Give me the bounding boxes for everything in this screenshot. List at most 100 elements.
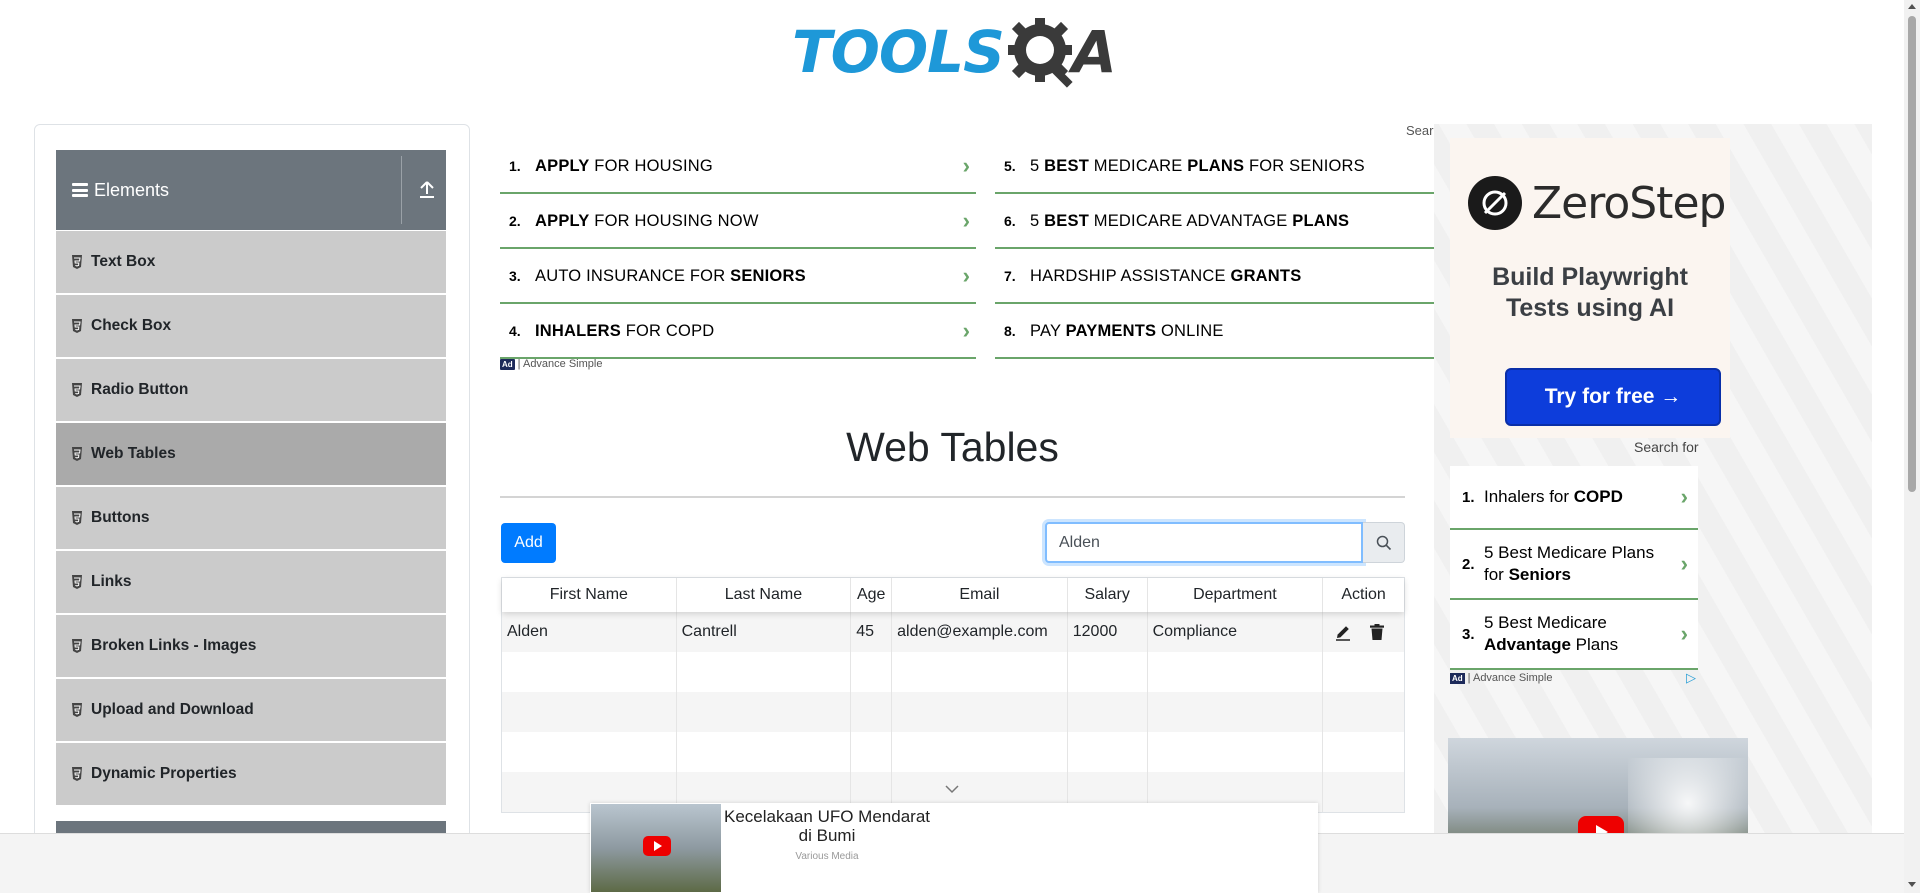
ad-keyword-link[interactable]: 2. APPLY FOR HOUSING NOW › (500, 195, 976, 249)
cell-department: Compliance (1148, 612, 1324, 652)
column-header-last-name[interactable]: Last Name (677, 578, 852, 612)
html5-icon (72, 383, 82, 397)
column-header-salary[interactable]: Salary (1068, 578, 1148, 612)
table-header: First Name Last Name Age Email Salary De… (502, 578, 1404, 612)
sidebar-item-web-tables[interactable]: Web Tables (56, 423, 446, 485)
search-for-item[interactable]: 3. 5 Best Medicare Advantage Plans › (1450, 600, 1698, 670)
ad-keyword-link[interactable]: 6. 5 BEST MEDICARE ADVANTAGE PLANS (995, 195, 1434, 249)
page-scrollbar[interactable] (1904, 0, 1920, 893)
sidebar-item-label: Links (91, 573, 132, 590)
sidebar-item-label: Broken Links - Images (91, 637, 257, 654)
chevron-down-icon[interactable] (944, 783, 960, 795)
search-button[interactable] (1363, 522, 1405, 563)
sidebar-item-label: Dynamic Properties (91, 765, 237, 782)
html5-icon (72, 703, 82, 717)
scroll-down-icon[interactable] (1908, 882, 1916, 887)
sidebar-item-label: Upload and Download (91, 701, 254, 718)
chevron-right-icon: › (962, 208, 970, 233)
cell-salary: 12000 (1068, 612, 1148, 652)
collapse-up-icon[interactable] (418, 178, 436, 200)
search-label: Sear (1406, 123, 1434, 138)
ad-badge[interactable]: Ad | Advance Simple ▷ (1450, 670, 1698, 686)
ad-keyword-link[interactable]: 7. HARDSHIP ASSISTANCE GRANTS (995, 250, 1434, 304)
column-header-department[interactable]: Department (1148, 578, 1324, 612)
html5-icon (72, 767, 82, 781)
chevron-right-icon: › (962, 318, 970, 343)
search-icon (1376, 535, 1391, 550)
ad-keyword-link[interactable]: 1. APPLY FOR HOUSING › (500, 140, 976, 194)
play-icon (643, 836, 671, 856)
table-row (502, 652, 1404, 692)
sidebar-item-links[interactable]: Links (56, 551, 446, 613)
elements-menu: Text Box Check Box Radio Button Web Tabl… (56, 231, 446, 807)
adchoices-icon[interactable]: ▷ (1686, 670, 1696, 686)
cell-email: alden@example.com (892, 612, 1068, 652)
column-header-age[interactable]: Age (851, 578, 893, 612)
sidebar-item-buttons[interactable]: Buttons (56, 487, 446, 549)
logo-text-a: A (1071, 18, 1117, 86)
sidebar-item-broken-links[interactable]: Broken Links - Images (56, 615, 446, 677)
video-title[interactable]: Kecelakaan UFO Mendarat di Bumi (722, 807, 932, 845)
ad-keywords: 1. APPLY FOR HOUSING › 2. APPLY FOR HOUS… (500, 140, 1434, 380)
search-for-list: 1. Inhalers for COPD › 2. 5 Best Medicar… (1450, 466, 1698, 670)
sidebar-item-check-box[interactable]: Check Box (56, 295, 446, 357)
ad-badge[interactable]: Ad | Advance Simple (500, 358, 602, 370)
elements-group-header[interactable]: Elements (56, 150, 446, 230)
table-row (502, 692, 1404, 732)
ad-keyword-link[interactable]: 8. PAY PAYMENTS ONLINE (995, 305, 1434, 359)
html5-icon (72, 319, 82, 333)
cell-first-name: Alden (502, 612, 677, 652)
search-for-label: Search for (1634, 439, 1699, 455)
brand-name: ZeroStep (1532, 177, 1726, 229)
search-input[interactable] (1045, 522, 1363, 563)
sticky-video-ad[interactable]: Kecelakaan UFO Mendarat di Bumi Various … (590, 803, 1318, 893)
page-title: Web Tables (846, 424, 1059, 470)
sidebar-item-label: Web Tables (91, 445, 176, 462)
zerostep-ad-card[interactable]: ZeroStep Build Playwright Tests using AI… (1450, 138, 1730, 438)
toolsqa-logo[interactable]: TOOLS A (792, 14, 1117, 90)
chevron-right-icon: › (962, 153, 970, 178)
add-button[interactable]: Add (501, 523, 556, 563)
ad-provider: | Advance Simple (517, 358, 603, 370)
zerostep-logo-icon (1468, 176, 1522, 230)
chevron-right-icon: › (1680, 551, 1688, 576)
scroll-up-icon[interactable] (1908, 4, 1916, 9)
sidebar-item-label: Radio Button (91, 381, 189, 398)
ad-keyword-link[interactable]: 4. INHALERS FOR COPD › (500, 305, 976, 359)
cell-last-name: Cantrell (677, 612, 852, 652)
left-panel: Elements Text Box Check Box Radio Button… (34, 124, 470, 884)
web-table: First Name Last Name Age Email Salary De… (501, 577, 1405, 813)
html5-icon (72, 575, 82, 589)
html5-icon (72, 255, 82, 269)
html5-icon (72, 511, 82, 525)
try-for-free-button[interactable]: Try for free → (1505, 368, 1721, 426)
column-header-first-name[interactable]: First Name (502, 578, 677, 612)
edit-pencil-icon[interactable] (1334, 623, 1352, 641)
title-divider (500, 496, 1405, 498)
search-for-item[interactable]: 2. 5 Best Medicare Plans for Seniors › (1450, 530, 1698, 600)
search-for-item[interactable]: 1. Inhalers for COPD › (1450, 466, 1698, 530)
html5-icon (72, 447, 82, 461)
header: TOOLS A (0, 0, 1920, 100)
cell-age: 45 (851, 612, 893, 652)
video-thumbnail[interactable] (591, 804, 721, 892)
gear-magnifier-icon (1007, 18, 1073, 88)
column-header-action: Action (1341, 586, 1386, 603)
table-row (502, 732, 1404, 772)
table-row: Alden Cantrell 45 alden@example.com 1200… (502, 612, 1404, 652)
sidebar-item-dynamic-properties[interactable]: Dynamic Properties (56, 743, 446, 805)
ad-keyword-link[interactable]: 5. 5 BEST MEDICARE PLANS FOR SENIORS (995, 140, 1434, 194)
ad-provider: | Advance Simple (1467, 672, 1553, 684)
sidebar-item-text-box[interactable]: Text Box (56, 231, 446, 293)
sidebar-item-radio-button[interactable]: Radio Button (56, 359, 446, 421)
sidebar-item-upload-download[interactable]: Upload and Download (56, 679, 446, 741)
column-header-email[interactable]: Email (892, 578, 1068, 612)
video-source: Various Media (795, 851, 859, 862)
group-title: Elements (94, 179, 170, 200)
sidebar-item-label: Check Box (91, 317, 172, 334)
ad-tagline: Build Playwright Tests using AI (1492, 263, 1688, 322)
delete-trash-icon[interactable] (1368, 623, 1386, 641)
ad-keyword-link[interactable]: 3. AUTO INSURANCE FOR SENIORS › (500, 250, 976, 304)
cell-action (1323, 612, 1404, 652)
scrollbar-thumb[interactable] (1908, 16, 1916, 492)
